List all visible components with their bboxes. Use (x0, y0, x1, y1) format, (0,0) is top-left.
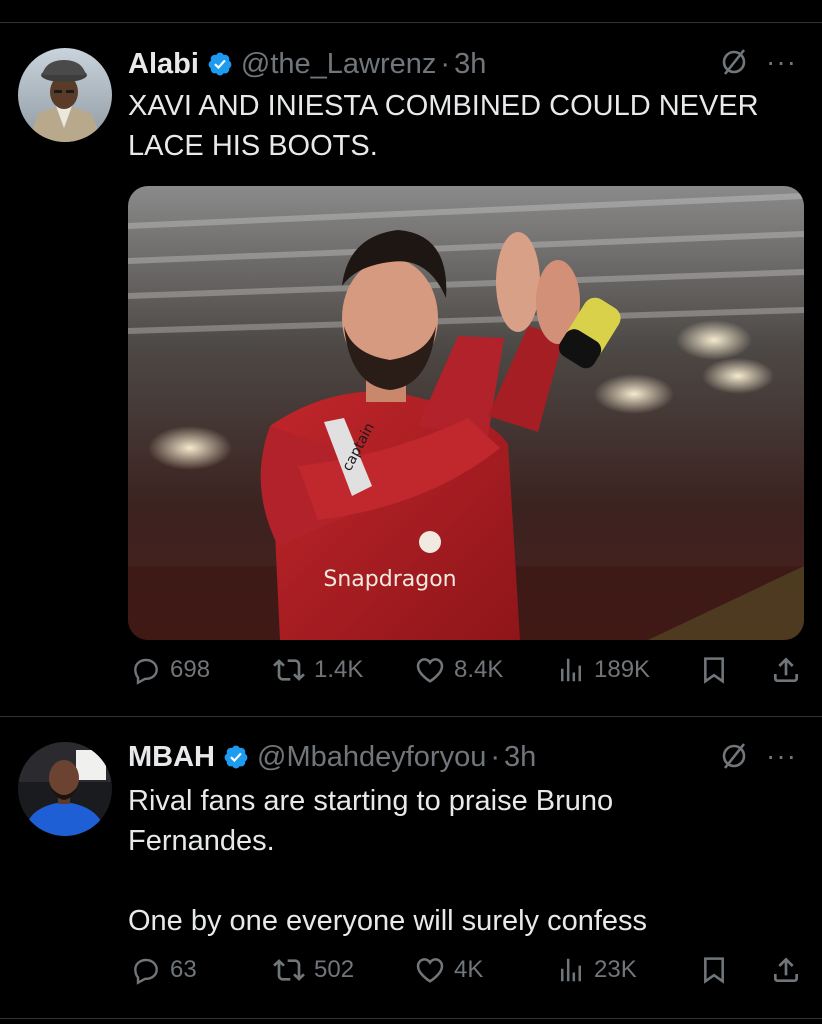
bookmark-icon (704, 657, 724, 684)
separator-dot: · (490, 740, 501, 773)
share-icon (774, 657, 798, 682)
display-name[interactable]: MBAH (128, 741, 215, 774)
avatar[interactable] (18, 48, 112, 142)
more-icon[interactable]: ··· (766, 48, 797, 76)
share-icon (774, 957, 798, 982)
kit-sponsor-text: Snapdragon (323, 567, 456, 592)
separator-dot: · (440, 47, 451, 80)
tweet-media-image[interactable]: Snapdragon captain (128, 186, 804, 640)
reply-count: 63 (170, 956, 197, 983)
tweet-header: Alabi @the_Lawrenz · 3h (128, 44, 486, 84)
bookmark-button[interactable] (698, 654, 730, 686)
share-button[interactable] (770, 954, 802, 986)
timestamp[interactable]: 3h (454, 48, 486, 81)
top-divider (0, 22, 822, 23)
tweet-header: MBAH @Mbahdeyforyou · 3h (128, 737, 536, 777)
views-count: 189K (594, 656, 651, 683)
views-icon (561, 658, 581, 682)
timestamp[interactable]: 3h (504, 741, 536, 774)
like-icon (416, 958, 444, 983)
tweet-text: Rival fans are starting to praise Bruno … (128, 785, 648, 937)
repost-icon (273, 659, 305, 681)
user-handle[interactable]: @the_Lawrenz (241, 48, 437, 81)
views-count: 23K (594, 956, 637, 983)
verified-badge-icon (207, 51, 233, 77)
reply-button[interactable]: 63 (130, 954, 197, 986)
repost-button[interactable]: 502 (272, 954, 354, 986)
views-button[interactable]: 189K (556, 654, 650, 686)
bookmark-icon (704, 957, 724, 984)
verified-badge-icon (223, 744, 249, 770)
bookmark-button[interactable] (698, 954, 730, 986)
tweet-actions: 698 1.4K 8.4K 189K (0, 654, 822, 694)
tweet-actions: 63 502 4K 23K (0, 954, 822, 994)
views-button[interactable]: 23K (556, 954, 637, 986)
share-button[interactable] (770, 654, 802, 686)
reply-icon (134, 958, 158, 985)
more-icon[interactable]: ··· (766, 742, 797, 770)
like-button[interactable]: 8.4K (414, 654, 503, 686)
bottom-divider (0, 1018, 822, 1019)
repost-count: 502 (314, 956, 355, 983)
like-count: 8.4K (454, 656, 504, 683)
user-handle[interactable]: @Mbahdeyforyou (257, 741, 486, 774)
reply-icon (134, 658, 158, 685)
views-icon (561, 958, 581, 982)
tweet-divider (0, 716, 822, 717)
tweet-text: XAVI AND INIESTA COMBINED COULD NEVER LA… (128, 90, 767, 162)
repost-button[interactable]: 1.4K (272, 654, 363, 686)
grok-icon[interactable] (718, 46, 752, 80)
grok-icon[interactable] (718, 740, 752, 774)
like-count: 4K (454, 956, 484, 983)
like-icon (416, 658, 444, 683)
like-button[interactable]: 4K (414, 954, 483, 986)
repost-count: 1.4K (314, 656, 364, 683)
repost-icon (273, 959, 305, 981)
reply-count: 698 (170, 656, 211, 683)
display-name[interactable]: Alabi (128, 48, 199, 81)
avatar[interactable] (18, 742, 112, 836)
reply-button[interactable]: 698 (130, 654, 210, 686)
